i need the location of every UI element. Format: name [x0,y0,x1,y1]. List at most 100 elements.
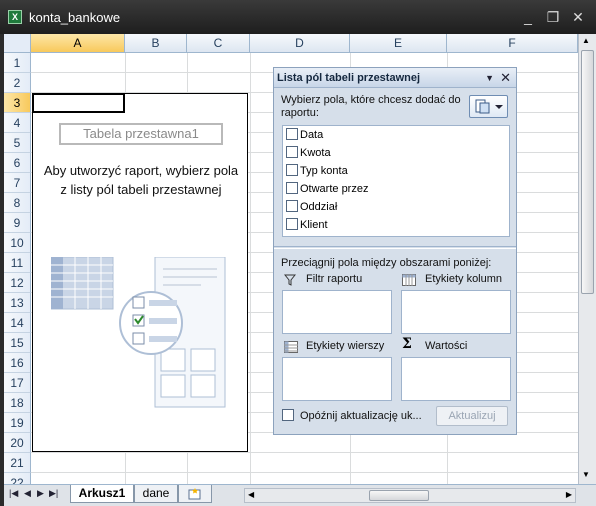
row-header-1[interactable]: 1 [4,53,31,73]
defer-update-checkbox[interactable]: Opóźnij aktualizację uk... [282,409,422,422]
row-header-5[interactable]: 5 [4,133,31,153]
field-item[interactable]: Otwarte przez [286,181,368,199]
row-labels-area-label: Etykiety wierszy [306,340,385,352]
close-button[interactable]: ✕ [569,8,587,26]
last-sheet-icon[interactable]: ▶| [49,488,58,499]
pivot-table-name: Tabela przestawna1 [59,123,223,145]
filter-area-label: Filtr raportu [306,273,363,285]
column-header-a[interactable]: A [31,34,125,53]
horizontal-scrollbar[interactable]: ◀ ▶ [244,488,576,503]
row-header-6[interactable]: 6 [4,153,31,173]
pivot-instruction: Aby utworzyć raport, wybierz pola z list… [43,163,239,197]
row-header-11[interactable]: 11 [4,253,31,273]
field-item[interactable]: Klient [286,217,328,235]
grid-line [31,472,578,473]
field-list: Data Kwota Typ konta Otwarte przez Oddział Kl… [282,125,510,237]
field-instruction: Wybierz pola, które chcesz dodać do rapo… [281,94,461,119]
pivot-table-placeholder[interactable]: Tabela przestawna1 Aby utworzyć raport, … [32,93,248,452]
vertical-scrollbar[interactable]: ▲ ▼ [578,34,596,484]
field-item[interactable]: Typ konta [286,163,348,181]
window-title: konta_bankowe [29,10,121,25]
row-header-14[interactable]: 14 [4,313,31,333]
sheet-tab-dane[interactable]: dane [134,485,178,503]
row-header-12[interactable]: 12 [4,273,31,293]
minimize-button[interactable]: _ [519,8,537,26]
panel-options-dropdown-icon[interactable]: ▼ [485,68,494,88]
field-label: Data [300,129,324,141]
prev-sheet-icon[interactable]: ◀ [24,488,31,499]
row-labels-drop-area[interactable] [282,357,392,401]
column-labels-icon [402,274,416,286]
insert-sheet-icon [188,488,201,500]
next-sheet-icon[interactable]: ▶ [37,488,44,499]
restore-button[interactable]: ❐ [544,8,562,26]
row-header-22[interactable]: 22 [4,473,31,484]
field-item[interactable]: Data [286,127,323,145]
select-all-corner[interactable] [4,34,31,53]
field-checkbox[interactable] [286,146,298,158]
column-header-d[interactable]: D [250,34,350,53]
row-header-13[interactable]: 13 [4,293,31,313]
grid-line [250,53,251,484]
column-labels-drop-area[interactable] [401,290,511,334]
field-item[interactable]: Oddział [286,199,337,217]
row-header-21[interactable]: 21 [4,453,31,473]
field-label: Oddział [300,201,338,213]
row-header-20[interactable]: 20 [4,433,31,453]
scroll-left-icon[interactable]: ◀ [248,490,254,499]
sheet-tab-bar: |◀ ◀ ▶ ▶| Arkusz1 dane ◀ ▶ [4,484,596,506]
field-checkbox[interactable] [286,182,298,194]
field-checkbox[interactable] [286,128,298,140]
field-checkbox[interactable] [286,200,298,212]
pivot-illustration-icon [51,257,226,408]
row-header-3[interactable]: 3 [4,93,31,113]
panel-close-icon[interactable]: ✕ [500,68,511,88]
update-button[interactable]: Aktualizuj [436,406,508,426]
horizontal-scroll-thumb[interactable] [369,490,429,501]
row-header-4[interactable]: 4 [4,113,31,133]
field-label: Otwarte przez [300,183,369,195]
active-cell-a3[interactable] [32,93,125,113]
values-area-label: Wartości [425,340,468,352]
scroll-down-icon[interactable]: ▼ [582,470,590,479]
column-labels-area-label: Etykiety kolumn [425,273,503,285]
scroll-up-icon[interactable]: ▲ [582,36,590,45]
values-drop-area[interactable] [401,357,511,401]
row-header-2[interactable]: 2 [4,73,31,93]
column-header-f[interactable]: F [447,34,578,53]
drag-instruction: Przeciągnij pola między obszarami poniże… [281,257,492,269]
first-sheet-icon[interactable]: |◀ [9,488,18,499]
row-header-19[interactable]: 19 [4,413,31,433]
field-checkbox[interactable] [286,218,298,230]
column-header-b[interactable]: B [125,34,187,53]
row-labels-icon [284,341,298,353]
excel-icon: X [8,10,22,24]
defer-label: Opóźnij aktualizację uk... [300,410,422,422]
panel-title: Lista pól tabeli przestawnej [277,72,421,84]
panel-separator [274,246,516,249]
sheet-tab-arkusz1[interactable]: Arkusz1 [70,485,134,503]
field-layout-button[interactable] [469,95,508,118]
row-header-9[interactable]: 9 [4,213,31,233]
sum-icon: Σ [402,336,412,352]
grid-line [31,452,578,453]
field-label: Klient [300,219,328,231]
pivot-field-list-panel: Lista pól tabeli przestawnej ▼ ✕ Wybierz… [273,67,517,435]
row-header-17[interactable]: 17 [4,373,31,393]
column-header-c[interactable]: C [187,34,250,53]
row-header-10[interactable]: 10 [4,233,31,253]
row-header-15[interactable]: 15 [4,333,31,353]
defer-checkbox-box[interactable] [282,409,294,421]
scroll-right-icon[interactable]: ▶ [566,490,572,499]
field-layout-icon [475,99,503,114]
vertical-scroll-thumb[interactable] [581,50,594,294]
row-header-16[interactable]: 16 [4,353,31,373]
column-header-e[interactable]: E [350,34,447,53]
row-header-18[interactable]: 18 [4,393,31,413]
field-item[interactable]: Kwota [286,145,331,163]
field-checkbox[interactable] [286,164,298,176]
insert-sheet-tab[interactable] [178,485,212,503]
row-header-8[interactable]: 8 [4,193,31,213]
row-header-7[interactable]: 7 [4,173,31,193]
filter-drop-area[interactable] [282,290,392,334]
